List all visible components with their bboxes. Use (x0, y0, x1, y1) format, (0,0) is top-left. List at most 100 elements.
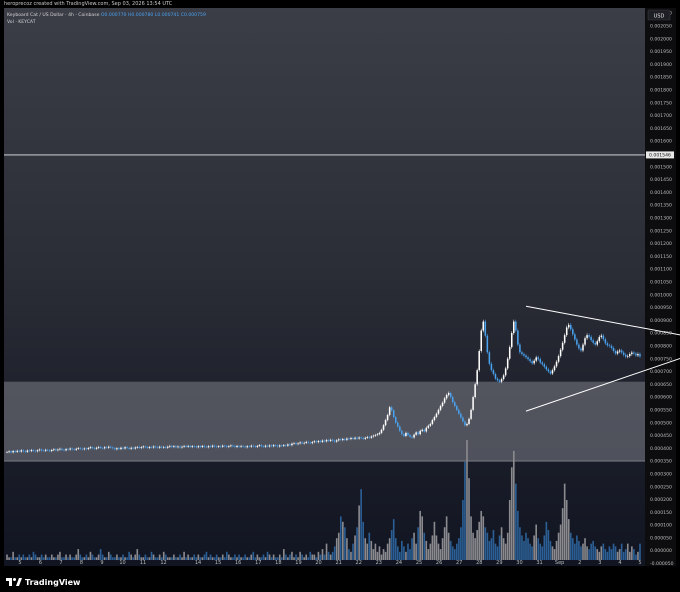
candle-body (624, 354, 627, 357)
volume-bar (339, 516, 342, 560)
volume-bar (250, 554, 253, 560)
candle-body (85, 448, 88, 450)
volume-bar (390, 530, 393, 560)
volume-bar (77, 549, 80, 560)
volume-bar (435, 535, 438, 560)
candle-body (278, 445, 281, 447)
candle-body (586, 335, 588, 339)
candle-body (394, 417, 397, 423)
chart-window: heroprecoz created with TradingView.com,… (0, 0, 680, 592)
candle-body (447, 392, 450, 396)
candle-body (164, 446, 167, 448)
volume-bar (372, 549, 375, 560)
candle-body (637, 354, 639, 356)
volume-bar (486, 532, 489, 560)
volume-bar (344, 527, 346, 560)
candle-body (565, 327, 568, 336)
volume-bar (327, 551, 330, 560)
volume-bar (6, 554, 8, 560)
volume-bar (569, 532, 572, 560)
candle-body (633, 352, 635, 354)
candle-body (274, 445, 277, 446)
candle-body (120, 447, 122, 450)
candle-body (460, 413, 462, 418)
y-tick-label: 0.001150 (650, 254, 672, 260)
volume-bar (132, 557, 135, 560)
y-tick-label: 0.000150 (650, 510, 672, 516)
volume-bar (309, 551, 312, 560)
volume-bar (134, 554, 137, 560)
y-tick-label: 0.001950 (650, 49, 672, 55)
volume-bar (73, 557, 75, 560)
volume-bar (584, 538, 586, 560)
candle-body (421, 429, 423, 431)
volume-bar (59, 551, 61, 560)
volume-bar (152, 554, 155, 560)
candle-body (105, 447, 108, 448)
candle-body (490, 363, 493, 371)
candle-body (419, 430, 421, 435)
candle-body (482, 321, 485, 331)
candle-body (354, 437, 356, 439)
y-tick-label: 0.002000 (650, 36, 672, 42)
candle-body (299, 442, 301, 444)
volume-bar (407, 543, 409, 560)
candle-body (567, 324, 570, 328)
candle-body (559, 349, 562, 357)
volume-bar (289, 554, 291, 560)
volume-bar (580, 546, 582, 560)
candle-body (384, 420, 387, 426)
candle-body (382, 425, 385, 430)
candle-body (423, 429, 426, 432)
candle-body (443, 398, 446, 403)
candle-body (317, 441, 320, 443)
candle-body (319, 441, 322, 442)
volume-bar (419, 510, 421, 560)
volume-bar (480, 510, 483, 560)
candle-body (480, 330, 483, 351)
chart-canvas[interactable]: 0.0021000.0020500.0020000.0019500.001900… (0, 0, 680, 592)
y-tick-label: 0.000850 (650, 331, 672, 337)
volume-bar (26, 557, 29, 560)
volume-bar (46, 557, 49, 560)
legend-volume[interactable]: Vol · KEYCAT (7, 19, 206, 26)
y-tick-label: 0.001650 (650, 126, 672, 132)
y-tick-label: 0.001800 (650, 88, 672, 94)
candle-body (515, 321, 517, 331)
volume-bar (460, 527, 462, 560)
candle-body (472, 397, 474, 410)
candle-body (301, 442, 303, 444)
y-tick-label: 0.000250 (650, 484, 672, 490)
legend-low: L0.000741 (154, 13, 180, 18)
volume-bar (282, 549, 285, 560)
volume-bar (492, 530, 495, 560)
candle-body (392, 410, 395, 418)
candle-body (183, 445, 185, 447)
candle-body (431, 420, 434, 424)
candle-body (329, 439, 332, 441)
candle-body (232, 445, 234, 447)
candle-body (242, 445, 244, 447)
volume-bar (437, 543, 440, 560)
tradingview-brand[interactable]: TradingView (6, 575, 80, 589)
candle-body (201, 445, 204, 447)
volume-bar (525, 532, 527, 560)
price-line-label: 0.001546 (649, 153, 671, 159)
candle-body (177, 446, 179, 448)
candle-body (496, 378, 499, 381)
legend-symbol[interactable]: Keyboard Cat / US Dollar · 4h · Coinbase (7, 13, 99, 18)
candle-body (48, 450, 51, 452)
volume-bar (337, 532, 340, 560)
volume-bar (451, 546, 454, 560)
volume-bar (207, 557, 210, 560)
volume-bar (358, 505, 360, 560)
candle-body (488, 352, 491, 364)
volume-bar (376, 551, 379, 560)
volume-bar (103, 557, 106, 560)
volume-bar (574, 543, 576, 560)
candle-body (230, 445, 232, 447)
legend-close: C0.000759 (180, 13, 206, 18)
candle-body (162, 446, 165, 448)
candle-body (97, 446, 100, 448)
volume-bar (321, 549, 324, 560)
